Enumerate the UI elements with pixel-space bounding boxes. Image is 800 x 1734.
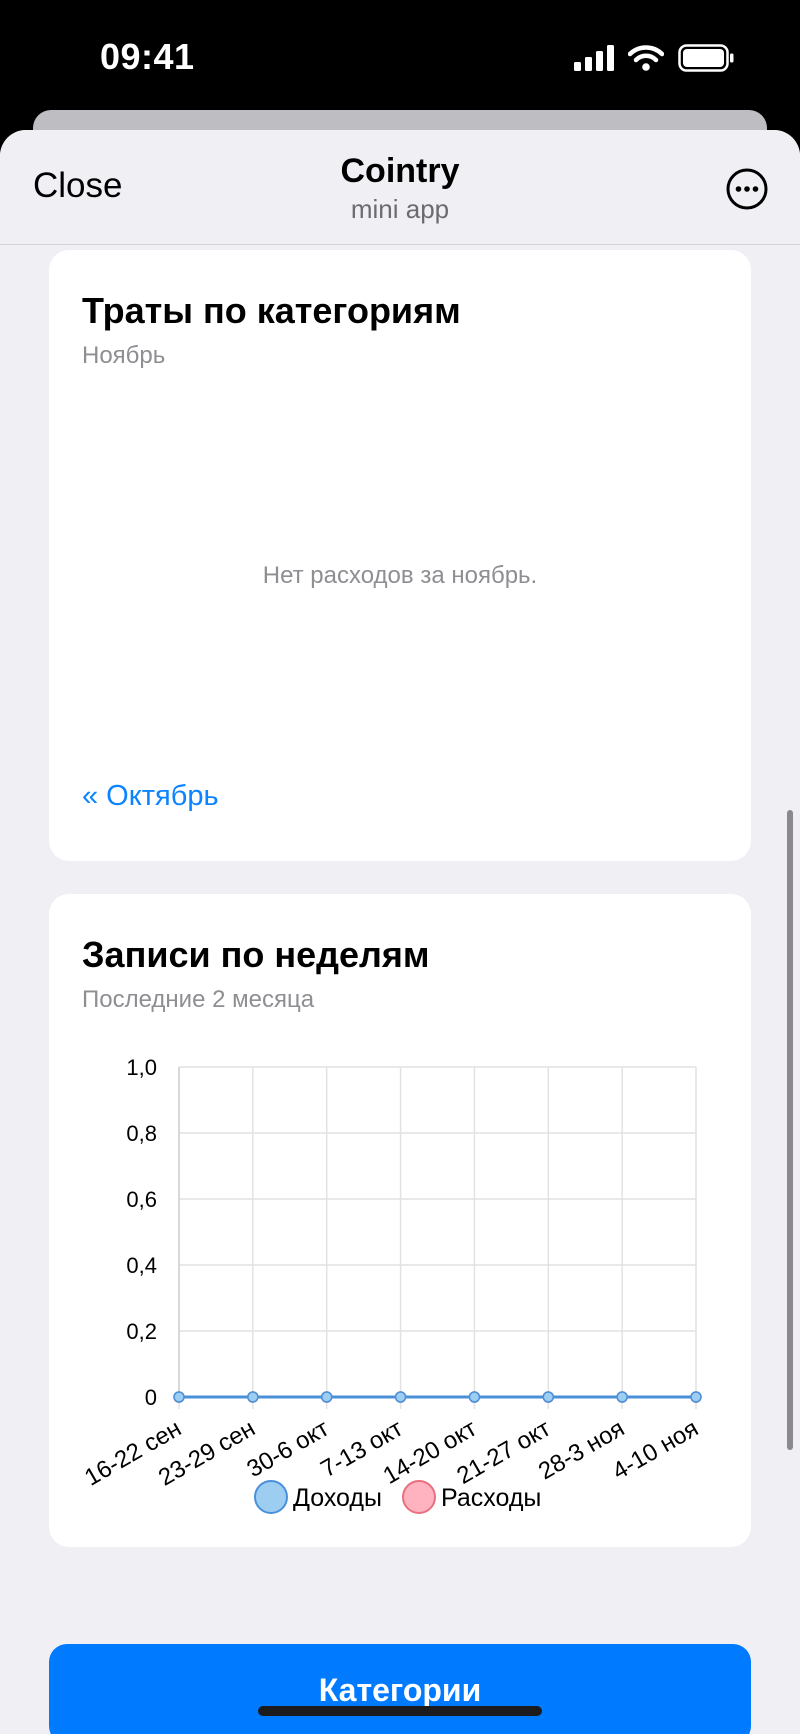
weekly-records-card: Записи по неделям Последние 2 месяца 1,0… (49, 894, 751, 1547)
card-subtitle: Ноябрь (82, 342, 166, 369)
legend-label: Доходы (293, 1484, 382, 1512)
data-point (616, 1391, 628, 1403)
scroll-indicator[interactable] (787, 810, 793, 1450)
data-point (542, 1391, 555, 1403)
spending-by-category-card: Траты по категориям Ноябрь Нет расходов … (49, 250, 751, 861)
mini-app-sheet: Close Cointry mini app Траты по категори… (0, 130, 800, 1734)
y-tick-label: 0,4 (126, 1253, 157, 1278)
y-tick-label: 0,8 (126, 1121, 157, 1146)
cellular-signal-icon (574, 45, 614, 71)
y-tick-label: 0,2 (126, 1319, 157, 1344)
battery-icon (678, 44, 734, 72)
legend-marker (254, 1480, 288, 1514)
y-tick-label: 0 (145, 1385, 157, 1410)
x-tick-label: 30-6 окт (242, 1415, 333, 1483)
status-bar: 09:41 (0, 0, 800, 120)
data-point (690, 1391, 702, 1403)
legend-label: Расходы (441, 1484, 541, 1512)
card-title: Траты по категориям (82, 290, 461, 331)
categories-button[interactable]: Категории (49, 1644, 751, 1734)
legend-marker (402, 1480, 436, 1514)
empty-state-message: Нет расходов за ноябрь. (262, 562, 538, 589)
home-indicator[interactable] (258, 1706, 542, 1716)
data-point (247, 1391, 259, 1403)
app-subtitle: mini app (350, 194, 450, 224)
data-point (173, 1391, 185, 1403)
weekly-records-chart: 1,00,80,60,40,2016-22 сен23-29 сен30-6 о… (80, 1055, 703, 1514)
data-point (468, 1391, 481, 1403)
more-options-icon[interactable] (726, 168, 768, 210)
status-time: 09:41 (100, 36, 195, 77)
y-tick-label: 0,6 (126, 1187, 157, 1212)
y-tick-label: 1,0 (126, 1055, 157, 1080)
status-icons (574, 44, 734, 72)
app-title: Cointry (340, 152, 460, 190)
data-point (320, 1391, 333, 1403)
x-tick-label: 4-10 ноя (608, 1415, 703, 1486)
wifi-icon (628, 45, 664, 71)
data-point (394, 1391, 407, 1403)
nav-bar: Close Cointry mini app (0, 130, 800, 245)
previous-month-link[interactable]: « Октябрь (82, 780, 219, 813)
